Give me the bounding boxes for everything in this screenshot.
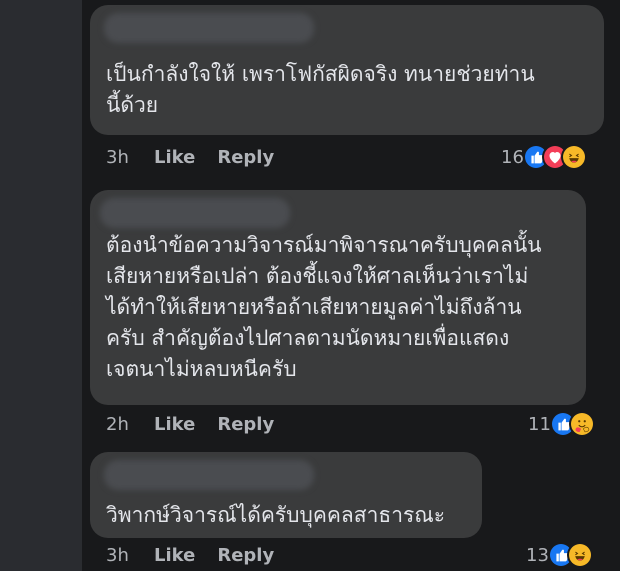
comment-bubble: วิพากษ์วิจารณ์ได้ครับบุคคลสาธารณะ	[90, 452, 482, 538]
like-button[interactable]: Like	[154, 147, 195, 168]
comment-bubble: เป็นกำลังใจให้ เพราโฟกัสผิดจริง ทนายช่วย…	[90, 5, 604, 135]
comment-actions: 2h Like Reply	[106, 411, 296, 437]
like-button[interactable]: Like	[154, 545, 195, 566]
like-button[interactable]: Like	[154, 414, 195, 435]
reply-button[interactable]: Reply	[217, 545, 274, 566]
comment-time: 3h	[106, 146, 129, 168]
reply-button[interactable]: Reply	[217, 147, 274, 168]
reply-button[interactable]: Reply	[217, 414, 274, 435]
comment-time: 2h	[106, 413, 129, 435]
redacted-author-name	[104, 460, 314, 490]
comment-text: ต้องนำข้อความวิจารณ์มาพิจารณาครับบุคคลนั…	[106, 233, 542, 381]
care-icon	[570, 413, 593, 435]
comment-time: 3h	[106, 544, 129, 566]
reaction-count: 11	[528, 413, 551, 435]
comment-actions: 3h Like Reply	[106, 144, 296, 170]
comment-text: เป็นกำลังใจให้ เพราโฟกัสผิดจริง ทนายช่วย…	[106, 62, 535, 117]
haha-icon	[568, 544, 591, 566]
reaction-count: 13	[526, 544, 549, 566]
reaction-summary[interactable]: 16	[501, 144, 585, 170]
avatar-column	[0, 0, 82, 571]
reaction-summary[interactable]: 13	[526, 542, 591, 568]
comment-text: วิพากษ์วิจารณ์ได้ครับบุคคลสาธารณะ	[106, 503, 446, 527]
comment-actions: 3h Like Reply	[106, 542, 296, 568]
haha-icon	[562, 146, 585, 168]
comment-bubble: ต้องนำข้อความวิจารณ์มาพิจารณาครับบุคคลนั…	[90, 190, 586, 405]
reaction-summary[interactable]: 11	[528, 411, 593, 437]
reaction-count: 16	[501, 146, 524, 168]
redacted-author-name	[104, 13, 314, 43]
redacted-author-name	[100, 198, 290, 228]
